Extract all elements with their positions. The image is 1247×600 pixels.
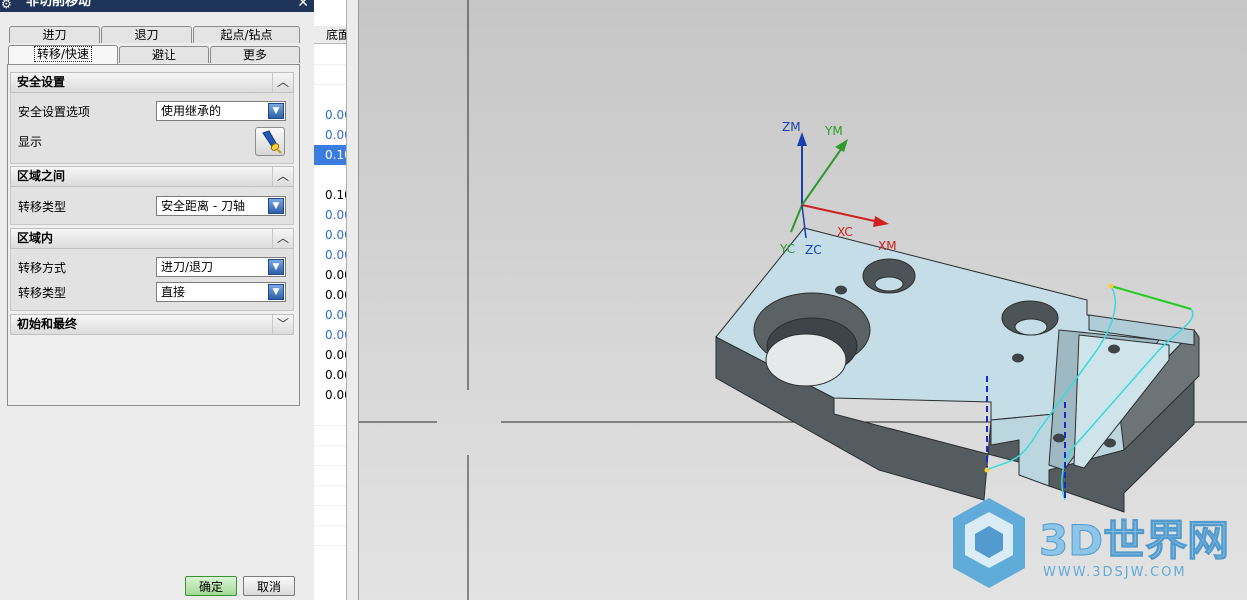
ok-button[interactable]: 确定 bbox=[185, 576, 237, 596]
chevron-down-icon: ▼ bbox=[268, 198, 284, 214]
non-cutting-moves-dialog: ⚙ 非切削移动 ✕ 进刀 退刀 起点/钻点 转移/快速 避让 更多 安全设置 ︿… bbox=[0, 0, 315, 600]
tab-more[interactable]: 更多 bbox=[210, 46, 300, 63]
row-divider bbox=[314, 465, 346, 466]
table-row[interactable]: 0.00 bbox=[314, 345, 346, 365]
axis-label-xm: XM bbox=[878, 239, 897, 253]
chevron-down-icon: ▼ bbox=[268, 259, 284, 275]
table-row[interactable]: 0.00 bbox=[314, 205, 346, 225]
table-row[interactable]: 0.00 bbox=[314, 225, 346, 245]
chevron-down-icon: ▼ bbox=[268, 103, 284, 119]
table-row-selected[interactable]: 0.10 bbox=[314, 145, 346, 165]
row-divider bbox=[314, 545, 346, 546]
safety-option-label: 安全设置选项 bbox=[18, 105, 91, 119]
operation-navigator-column: 底面 0.00 0.00 0.10 0.10 0.00 0.00 0.00 0.… bbox=[314, 0, 347, 600]
table-row[interactable]: 0.00 bbox=[314, 105, 346, 125]
safety-option-select[interactable]: 使用继承的 ▼ bbox=[156, 101, 286, 121]
table-row[interactable]: 0.00 bbox=[314, 305, 346, 325]
table-row[interactable]: 0.00 bbox=[314, 125, 346, 145]
row-divider bbox=[314, 485, 346, 486]
cube-logo-icon bbox=[953, 498, 1025, 588]
axis-label-ym: YM bbox=[824, 124, 843, 138]
row-divider bbox=[314, 84, 346, 85]
close-icon[interactable]: ✕ bbox=[297, 0, 309, 10]
viewport-canvas: ZM YM XC XM YC ZC 3D世界网 WWW.3DSJW.COM bbox=[359, 0, 1247, 600]
chevron-up-icon[interactable]: ︿ bbox=[272, 73, 293, 92]
dialog-title: 非切削移动 bbox=[26, 0, 92, 9]
between-transfer-type-select[interactable]: 安全距离 - 刀轴 ▼ bbox=[156, 196, 286, 216]
chevron-down-icon: ▼ bbox=[268, 284, 284, 300]
watermark-brand: 3D世界网 bbox=[1039, 516, 1229, 565]
tab-retract[interactable]: 退刀 bbox=[101, 26, 192, 43]
axis-label-zc: ZC bbox=[805, 243, 822, 257]
within-transfer-mode-label: 转移方式 bbox=[18, 261, 67, 275]
tab-start-drill-points[interactable]: 起点/钻点 bbox=[193, 26, 300, 43]
row-divider bbox=[314, 64, 346, 65]
tab-avoidance[interactable]: 避让 bbox=[119, 46, 209, 63]
dialog-titlebar[interactable]: ⚙ 非切削移动 ✕ bbox=[0, 0, 314, 12]
between-transfer-type-label: 转移类型 bbox=[18, 200, 67, 214]
row-divider bbox=[314, 525, 346, 526]
chevron-up-icon[interactable]: ︿ bbox=[272, 167, 293, 186]
row-divider bbox=[314, 425, 346, 426]
table-row[interactable]: 0.00 bbox=[314, 385, 346, 405]
within-transfer-type-select[interactable]: 直接 ▼ bbox=[156, 282, 286, 302]
table-row[interactable]: 0.00 bbox=[314, 245, 346, 265]
watermark-url: WWW.3DSJW.COM bbox=[1043, 565, 1187, 580]
within-transfer-mode-select[interactable]: 进刀/退刀 ▼ bbox=[156, 257, 286, 277]
tab-engage[interactable]: 进刀 bbox=[9, 26, 100, 43]
axis-label-xc: XC bbox=[837, 225, 853, 239]
display-label: 显示 bbox=[18, 135, 43, 149]
row-divider bbox=[314, 505, 346, 506]
within-transfer-type-label: 转移类型 bbox=[18, 286, 67, 300]
panel-splitter[interactable] bbox=[347, 0, 359, 600]
axis-label-yc: YC bbox=[779, 242, 795, 256]
tab-transfer-rapid[interactable]: 转移/快速 bbox=[8, 45, 118, 64]
cancel-button[interactable]: 取消 bbox=[243, 576, 295, 596]
display-button[interactable] bbox=[255, 127, 285, 156]
graphics-viewport[interactable]: ZM YM XC XM YC ZC 3D世界网 WWW.3DSJW.COM bbox=[359, 0, 1247, 600]
axis-label-zm: ZM bbox=[782, 120, 801, 134]
section-within-region-header[interactable]: 区域内 ︿ bbox=[10, 228, 294, 249]
section-safety-header[interactable]: 安全设置 ︿ bbox=[10, 72, 294, 93]
table-row[interactable]: 0.00 bbox=[314, 265, 346, 285]
watermark: 3D世界网 WWW.3DSJW.COM bbox=[953, 498, 1230, 588]
workpiece-part[interactable] bbox=[715, 227, 1200, 513]
table-row[interactable]: 0.00 bbox=[314, 285, 346, 305]
table-row[interactable]: 0.00 bbox=[314, 365, 346, 385]
chevron-down-icon[interactable]: ﹀ bbox=[272, 315, 293, 334]
table-row[interactable]: 0.10 bbox=[314, 185, 346, 205]
chevron-up-icon[interactable]: ︿ bbox=[272, 229, 293, 248]
table-row[interactable]: 0.00 bbox=[314, 325, 346, 345]
row-divider bbox=[314, 445, 346, 446]
column-header-floor[interactable]: 底面 bbox=[314, 26, 346, 44]
gear-icon[interactable]: ⚙ bbox=[1, 0, 12, 11]
flashlight-icon bbox=[262, 130, 282, 154]
section-between-regions-header[interactable]: 区域之间 ︿ bbox=[10, 166, 294, 187]
section-initial-final-header[interactable]: 初始和最终 ﹀ bbox=[10, 314, 294, 335]
